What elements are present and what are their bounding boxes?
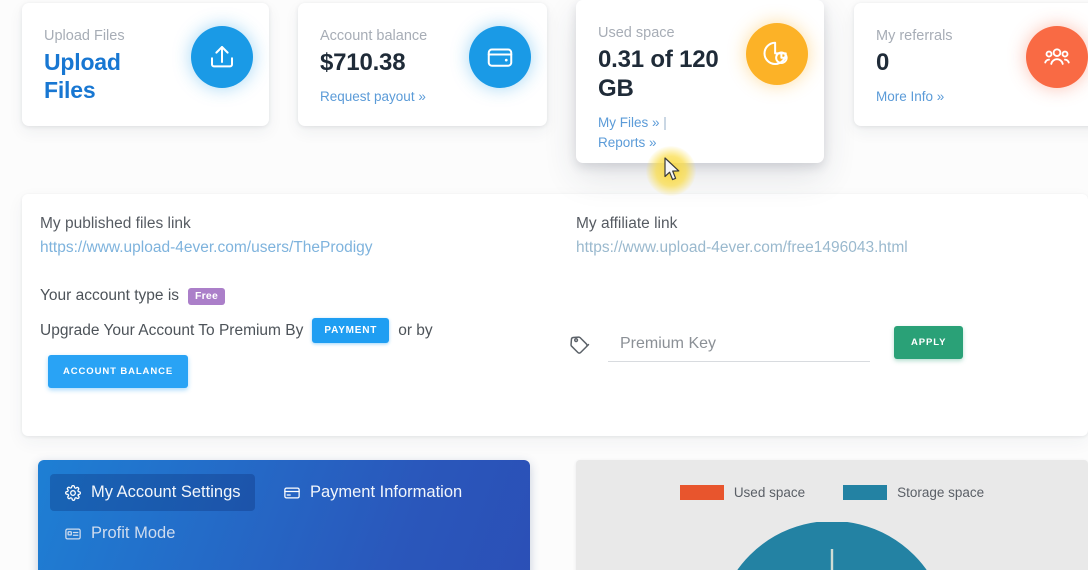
- account-type-label: Your account type is: [40, 287, 180, 304]
- chart-legend: Used space Storage space: [576, 485, 1088, 500]
- tab-my-account-settings[interactable]: My Account Settings: [50, 474, 255, 511]
- stat-card-links: More Info »: [876, 87, 1082, 107]
- apply-button[interactable]: APPLY: [894, 326, 964, 359]
- legend-label: Storage space: [897, 485, 985, 500]
- stat-card-value: Upload Files: [44, 49, 121, 103]
- stat-card-value: 0.31 of 120 GB: [598, 46, 719, 102]
- storage-chart-panel: Used space Storage space: [576, 460, 1088, 570]
- id-card-icon: [64, 525, 82, 543]
- premium-key-input[interactable]: [608, 331, 870, 362]
- wallet-icon: [469, 26, 531, 88]
- credit-card-icon: [283, 484, 301, 502]
- legend-label: Used space: [733, 485, 806, 500]
- stat-card-upload-files[interactable]: Upload Files Upload Files: [22, 3, 269, 126]
- tab-profit-mode[interactable]: Profit Mode: [50, 515, 189, 552]
- affiliate-link-url[interactable]: https://www.upload-4ever.com/free1496043…: [576, 239, 1046, 257]
- legend-swatch-storage-space: [843, 485, 888, 500]
- tag-icon: [568, 332, 592, 356]
- pie-chart-icon: [746, 23, 808, 85]
- my-files-link[interactable]: My Files »: [598, 115, 660, 130]
- legend-item-used-space: Used space: [679, 485, 806, 500]
- more-info-link[interactable]: More Info »: [876, 89, 944, 104]
- upgrade-suffix: or by: [398, 321, 433, 339]
- tab-label: My Account Settings: [91, 483, 241, 501]
- status-badge: Free: [188, 287, 225, 305]
- settings-tabs-panel: My Account Settings Payment Information: [38, 460, 530, 570]
- upgrade-row: Upgrade Your Account To Premium By PAYME…: [40, 318, 433, 343]
- premium-key-row: APPLY: [568, 326, 964, 362]
- donut-chart[interactable]: [576, 522, 1088, 570]
- published-files-block: My published files link https://www.uplo…: [40, 215, 560, 257]
- stat-card-links: My Files » | Reports »: [598, 113, 802, 154]
- donut-chart-svg: [737, 522, 927, 570]
- stat-card-links: Request payout »: [320, 87, 525, 107]
- request-payout-link[interactable]: Request payout »: [320, 89, 426, 104]
- gear-icon: [64, 484, 82, 502]
- published-files-url[interactable]: https://www.upload-4ever.com/users/ThePr…: [40, 239, 560, 257]
- tab-label: Payment Information: [309, 483, 463, 501]
- account-balance-button[interactable]: ACCOUNT BALANCE: [48, 355, 189, 388]
- affiliate-link-block: My affiliate link https://www.upload-4ev…: [576, 215, 1046, 257]
- page-root: Upload Files Upload Files Account balanc…: [0, 0, 1088, 570]
- upload-icon: [191, 26, 253, 88]
- tab-label: Profit Mode: [91, 524, 176, 542]
- legend-swatch-used-space: [679, 485, 724, 500]
- account-info-panel: My published files link https://www.uplo…: [22, 194, 1088, 436]
- payment-button[interactable]: PAYMENT: [312, 318, 390, 343]
- link-separator: |: [663, 114, 667, 130]
- stat-card-my-referrals[interactable]: My referrals 0 More Info »: [854, 3, 1088, 126]
- tabs-row-1: My Account Settings Payment Information: [50, 474, 518, 511]
- published-files-label: My published files link: [40, 215, 191, 232]
- affiliate-link-label: My affiliate link: [576, 215, 678, 232]
- stat-cards-row: Upload Files Upload Files Account balanc…: [0, 0, 1088, 175]
- legend-item-storage-space: Storage space: [843, 485, 984, 500]
- tab-payment-information[interactable]: Payment Information: [269, 474, 476, 511]
- upgrade-label: Upgrade Your Account To Premium By: [40, 321, 304, 339]
- stat-card-account-balance[interactable]: Account balance $710.38 Request payout »: [298, 3, 547, 126]
- stat-card-used-space[interactable]: Used space 0.31 of 120 GB My Files » | R…: [576, 0, 824, 163]
- people-group-icon: [1026, 26, 1088, 88]
- reports-link[interactable]: Reports »: [598, 135, 657, 150]
- account-type-row: Your account type is Free: [40, 287, 225, 305]
- tabs-row-2: Profit Mode: [50, 515, 518, 552]
